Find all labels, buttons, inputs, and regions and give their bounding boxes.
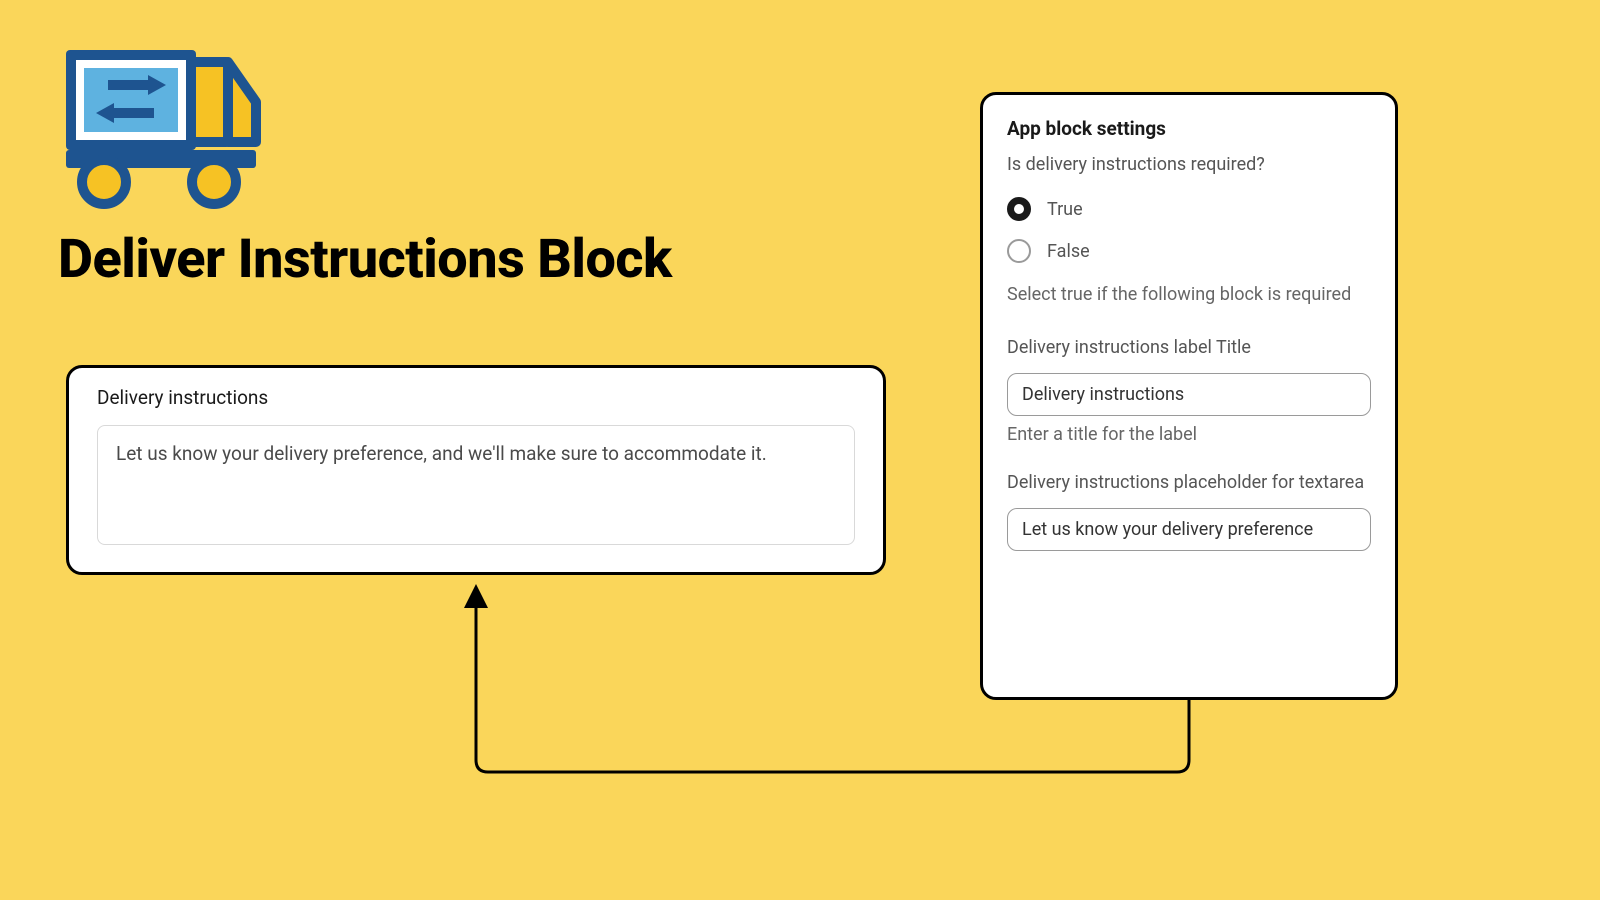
radio-icon	[1007, 239, 1031, 263]
settings-heading: App block settings	[1007, 117, 1371, 140]
placeholder-field-label: Delivery instructions placeholder for te…	[1007, 469, 1371, 496]
required-help-text: Select true if the following block is re…	[1007, 281, 1371, 308]
delivery-instructions-textarea[interactable]	[97, 425, 855, 545]
label-title-help: Enter a title for the label	[1007, 424, 1371, 445]
page-title: Deliver Instructions Block	[58, 228, 672, 291]
placeholder-input[interactable]	[1007, 508, 1371, 551]
label-title-field-label: Delivery instructions label Title	[1007, 334, 1371, 361]
delivery-instructions-label: Delivery instructions	[97, 386, 855, 409]
radio-label-true: True	[1047, 199, 1083, 220]
radio-option-false[interactable]: False	[1007, 239, 1371, 263]
radio-label-false: False	[1047, 241, 1090, 262]
app-block-settings-panel: App block settings Is delivery instructi…	[980, 92, 1398, 700]
radio-option-true[interactable]: True	[1007, 197, 1371, 221]
label-title-input[interactable]	[1007, 373, 1371, 416]
truck-icon	[58, 42, 268, 212]
delivery-instructions-preview-panel: Delivery instructions	[66, 365, 886, 575]
radio-icon	[1007, 197, 1031, 221]
required-question: Is delivery instructions required?	[1007, 154, 1371, 175]
